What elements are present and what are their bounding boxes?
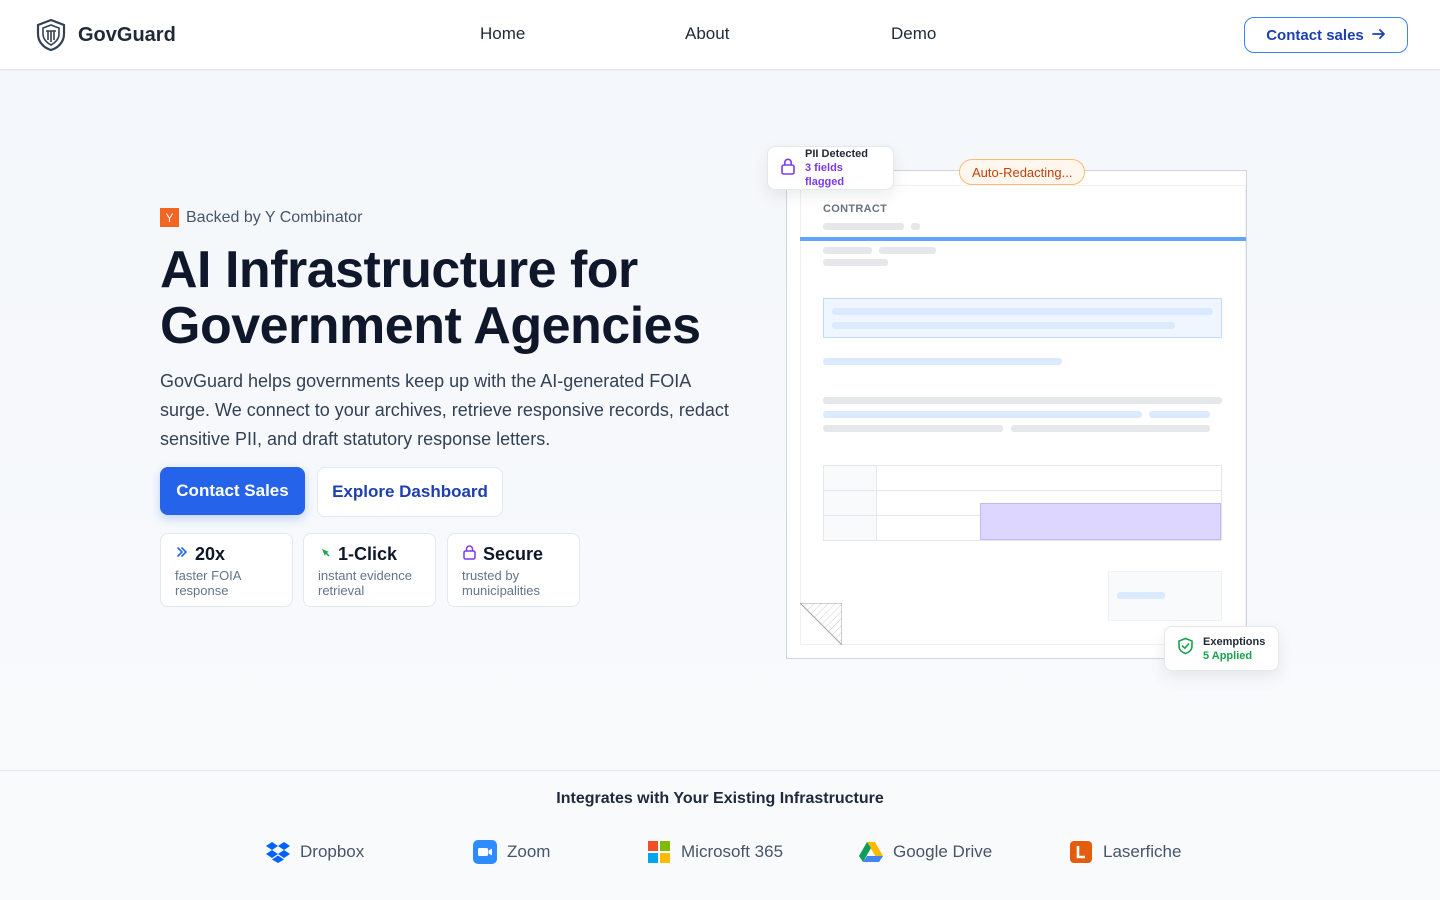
- text-line: [823, 425, 1003, 432]
- contact-sales-button[interactable]: Contact Sales: [160, 467, 305, 515]
- exemptions-card: Exemptions 5 Applied: [1164, 626, 1279, 671]
- text-line: [823, 411, 1142, 418]
- explore-dashboard-button[interactable]: Explore Dashboard: [317, 467, 503, 517]
- contact-sales-header-label: Contact sales: [1266, 26, 1364, 44]
- text-line: [823, 358, 1062, 365]
- integration-google-drive: Google Drive: [859, 840, 992, 864]
- scan-line: [800, 237, 1246, 241]
- top-nav-bar: GovGuard Home About Demo Contact sales: [0, 0, 1440, 70]
- stat-card-oneclick: 1-Click instant evidence retrieval: [303, 533, 436, 607]
- pii-detected-card: PII Detected 3 fields flagged: [767, 146, 894, 190]
- table-divider: [824, 490, 1221, 491]
- brand-name: GovGuard: [78, 23, 176, 46]
- auto-redacting-status-pill: Auto-Redacting...: [959, 159, 1086, 185]
- stat-value: 20x: [195, 544, 226, 564]
- zoom-icon: [473, 840, 497, 864]
- stat-card-secure: Secure trusted by municipalities: [447, 533, 580, 607]
- integration-label: Dropbox: [300, 842, 365, 861]
- integration-label: Zoom: [507, 842, 551, 861]
- yc-logo-icon: Y: [160, 208, 179, 227]
- shield-check-icon: [1177, 637, 1194, 660]
- integration-label: Google Drive: [893, 842, 993, 861]
- stat-label: trusted by municipalities: [462, 568, 541, 598]
- exemptions-card-title: Exemptions: [1203, 635, 1266, 648]
- nav-link-demo[interactable]: Demo: [891, 24, 936, 44]
- text-line: [823, 223, 904, 230]
- double-chevron-icon: [175, 545, 189, 564]
- text-line: [823, 397, 1222, 404]
- hero-title-line1: AI Infrastructure for: [160, 241, 638, 299]
- hero-title-line2: Government Agencies: [160, 297, 701, 355]
- arrow-right-icon: [1371, 27, 1386, 44]
- lock-icon: [462, 544, 477, 565]
- hero-description: GovGuard helps governments keep up with …: [160, 371, 729, 449]
- nav-link-about[interactable]: About: [685, 24, 729, 44]
- text-line: [1011, 425, 1210, 432]
- pii-card-subtitle: 3 fields flagged: [805, 162, 845, 188]
- microsoft-icon: [647, 840, 671, 864]
- table-divider: [876, 466, 877, 540]
- lock-icon: [780, 157, 796, 180]
- integration-zoom: Zoom: [473, 840, 550, 864]
- text-line: [832, 322, 1175, 329]
- cursor-click-icon: [318, 545, 332, 564]
- pii-card-title: PII Detected: [805, 148, 868, 160]
- integration-microsoft-365: Microsoft 365: [647, 840, 783, 864]
- brand-logo[interactable]: GovGuard: [34, 18, 176, 52]
- integration-dropbox: Dropbox: [266, 840, 364, 864]
- text-line: [1149, 411, 1210, 418]
- stat-value: 1-Click: [338, 544, 398, 564]
- page-fold-icon: [798, 602, 843, 647]
- text-line: [832, 308, 1213, 315]
- shield-logo-icon: [34, 18, 68, 52]
- dropbox-icon: [266, 840, 290, 864]
- hero-title: AI Infrastructure for Government Agencie…: [160, 242, 780, 354]
- integrations-title: Integrates with Your Existing Infrastruc…: [556, 790, 884, 807]
- exemptions-card-subtitle: 5 Applied: [1203, 649, 1253, 662]
- highlighted-paragraph: [823, 298, 1222, 338]
- nav-link-home[interactable]: Home: [480, 24, 525, 44]
- google-drive-icon: [859, 840, 883, 864]
- text-line: [823, 259, 888, 266]
- redacted-cell: [980, 503, 1221, 540]
- text-line: [1117, 592, 1165, 599]
- laserfiche-icon: [1069, 840, 1093, 864]
- stat-label: instant evidence retrieval: [318, 568, 412, 598]
- text-line: [823, 247, 872, 254]
- text-line: [879, 247, 936, 254]
- document-label: CONTRACT: [823, 203, 888, 215]
- stat-card-speed: 20x faster FOIA response: [160, 533, 293, 607]
- contact-sales-header-button[interactable]: Contact sales: [1244, 17, 1408, 53]
- text-line: [911, 223, 920, 230]
- stat-label: faster FOIA response: [175, 568, 242, 598]
- integration-label: Microsoft 365: [681, 842, 784, 861]
- integration-laserfiche: Laserfiche: [1069, 840, 1181, 864]
- table-column: [824, 466, 876, 540]
- yc-backing-badge: Y Backed by Y Combinator: [160, 208, 362, 227]
- yc-badge-text: Backed by Y Combinator: [186, 208, 363, 226]
- integration-label: Laserfiche: [1103, 842, 1182, 861]
- stat-value: Secure: [483, 544, 544, 564]
